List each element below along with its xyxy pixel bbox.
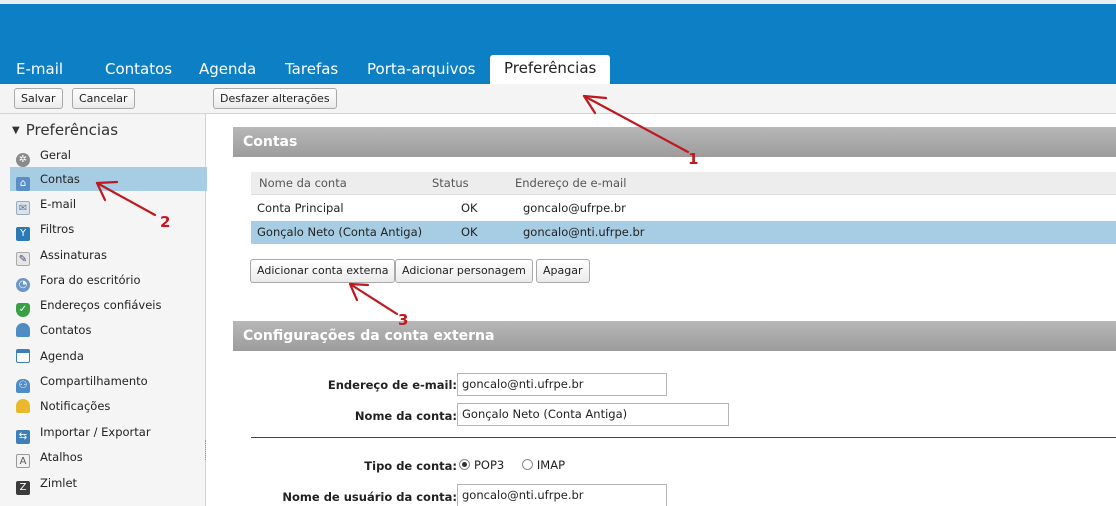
sidebar-item-out-of-office[interactable]: ◔ Fora do escritório (16, 268, 206, 292)
username-field[interactable]: goncalo@nti.ufrpe.br (457, 484, 667, 506)
envelope-icon: ✉ (16, 201, 30, 215)
account-name-label: Nome da conta: (354, 409, 457, 423)
gear-icon: ✲ (16, 153, 30, 167)
sidebar-item-label: Compartilhamento (40, 374, 148, 388)
sidebar-item-label: Notificações (40, 399, 111, 413)
sidebar-item-label: Importar / Exportar (40, 425, 151, 439)
save-button[interactable]: Salvar (14, 88, 63, 109)
preferences-sidebar: ▼ Preferências ✲ Geral ⌂ Contas ✉ E-mail Y Fi… (0, 114, 207, 506)
sidebar-item-accounts[interactable]: ⌂ Contas (10, 167, 207, 191)
account-email-cell: goncalo@ufrpe.br (523, 201, 626, 215)
email-address-label: Endereço de e-mail: (327, 378, 457, 392)
sidebar-item-filters[interactable]: Y Filtros (16, 217, 206, 241)
tab-briefcase[interactable]: Porta-arquivos (367, 58, 476, 84)
accounts-section-header: Contas (233, 127, 1116, 157)
sidebar-item-email[interactable]: ✉ E-mail (16, 192, 206, 216)
tree-root-label: Preferências (25, 121, 119, 139)
out-of-office-icon: ◔ (16, 278, 30, 292)
annotation-number-2: 2 (160, 213, 171, 231)
imap-radio-label: IMAP (536, 458, 566, 472)
sidebar-item-label: Endereços confiáveis (40, 298, 162, 312)
sidebar-item-label: Zimlet (40, 476, 78, 490)
signature-icon: ✎ (16, 252, 30, 266)
sidebar-item-zimlet[interactable]: Z Zimlet (16, 471, 206, 495)
header-top-stripe (0, 0, 1116, 4)
add-external-account-button[interactable]: Adicionar conta externa (250, 259, 396, 283)
username-label: Nome de usuário da conta: (282, 490, 457, 504)
accounts-icon: ⌂ (16, 177, 30, 191)
account-type-label: Tipo de conta: (364, 459, 457, 473)
app-window: E-mail Contatos Agenda Tarefas Porta-arq… (0, 0, 1116, 506)
imap-radio-option[interactable]: IMAP (521, 458, 566, 472)
account-type-radio-group: POP3 IMAP (459, 458, 565, 472)
add-persona-button[interactable]: Adicionar personagem (395, 259, 533, 283)
sidebar-item-notifications[interactable]: Notificações (16, 394, 206, 418)
annotation-number-1: 1 (688, 150, 699, 168)
sidebar-item-shortcuts[interactable]: A Atalhos (16, 445, 206, 469)
table-row[interactable]: Conta Principal OK goncalo@ufrpe.br (251, 197, 1116, 220)
import-export-icon: ⇆ (16, 430, 30, 444)
sidebar-item-import-export[interactable]: ⇆ Importar / Exportar (16, 420, 206, 444)
account-status-cell: OK (461, 201, 478, 215)
account-name-cell: Gonçalo Neto (Conta Antiga) (257, 225, 423, 239)
zimlet-icon: Z (16, 481, 30, 495)
table-row-selected[interactable]: Gonçalo Neto (Conta Antiga) OK goncalo@n… (251, 221, 1116, 244)
bell-icon (16, 399, 30, 413)
sidebar-item-label: Geral (40, 148, 71, 162)
sharing-icon: ⚇ (16, 379, 30, 393)
imap-radio[interactable] (521, 459, 533, 470)
sidebar-item-calendar[interactable]: Agenda (16, 344, 206, 368)
tab-preferences[interactable]: Preferências (490, 55, 611, 85)
delete-account-button[interactable]: Apagar (536, 259, 590, 283)
account-email-cell: goncalo@nti.ufrpe.br (523, 225, 645, 239)
contact-icon (16, 323, 30, 337)
pop3-radio[interactable] (459, 459, 470, 470)
email-address-field[interactable]: goncalo@nti.ufrpe.br (457, 373, 667, 396)
sidebar-item-label: Atalhos (40, 450, 83, 464)
preferences-tree-root[interactable]: ▼ Preferências (12, 121, 118, 139)
pop3-radio-label: POP3 (474, 458, 505, 472)
tab-contacts[interactable]: Contatos (105, 58, 172, 84)
sidebar-item-contacts[interactable]: Contatos (16, 318, 206, 342)
shortcut-icon: A (16, 454, 30, 468)
sidebar-item-sharing[interactable]: ⚇ Compartilhamento (16, 369, 206, 393)
sidebar-item-label: Agenda (40, 349, 84, 363)
annotation-number-3: 3 (398, 311, 409, 329)
collapse-triangle-icon[interactable]: ▼ (12, 125, 20, 136)
sidebar-item-signatures[interactable]: ✎ Assinaturas (16, 243, 206, 267)
pop3-radio-option[interactable]: POP3 (459, 458, 504, 472)
main-content: Contas Nome da conta Status Endereço de … (207, 114, 1116, 506)
column-header-status[interactable]: Status (432, 172, 469, 195)
tab-tasks[interactable]: Tarefas (285, 58, 338, 84)
app-header: E-mail Contatos Agenda Tarefas Porta-arq… (0, 0, 1116, 85)
sidebar-item-label: Assinaturas (40, 248, 107, 262)
toolbar: Salvar Cancelar Desfazer alterações (0, 84, 1116, 114)
account-name-field[interactable]: Gonçalo Neto (Conta Antiga) (457, 403, 729, 426)
tab-calendar[interactable]: Agenda (199, 58, 256, 84)
tab-email[interactable]: E-mail (16, 58, 63, 84)
sidebar-item-label: E-mail (40, 197, 77, 211)
account-status-cell: OK (461, 225, 478, 239)
shield-icon: ✓ (16, 303, 30, 317)
sidebar-item-label: Filtros (40, 222, 75, 236)
sidebar-item-label: Fora do escritório (40, 273, 141, 287)
table-header-row: Nome da conta Status Endereço de e-mail (251, 172, 1116, 195)
external-account-section-header: Configurações da conta externa (233, 321, 1116, 351)
sidebar-item-general[interactable]: ✲ Geral (16, 143, 206, 167)
column-header-account-name[interactable]: Nome da conta (259, 172, 347, 195)
sidebar-item-label: Contatos (40, 323, 92, 337)
filter-icon: Y (16, 227, 30, 241)
sidebar-item-label: Contas (40, 172, 80, 186)
sidebar-item-trusted-addresses[interactable]: ✓ Endereços confiáveis (16, 293, 206, 317)
undo-changes-button[interactable]: Desfazer alterações (213, 88, 337, 109)
column-header-email[interactable]: Endereço de e-mail (515, 172, 626, 195)
cancel-button[interactable]: Cancelar (72, 88, 135, 109)
account-name-cell: Conta Principal (257, 201, 344, 215)
form-divider (251, 437, 1116, 438)
calendar-icon (16, 349, 30, 363)
